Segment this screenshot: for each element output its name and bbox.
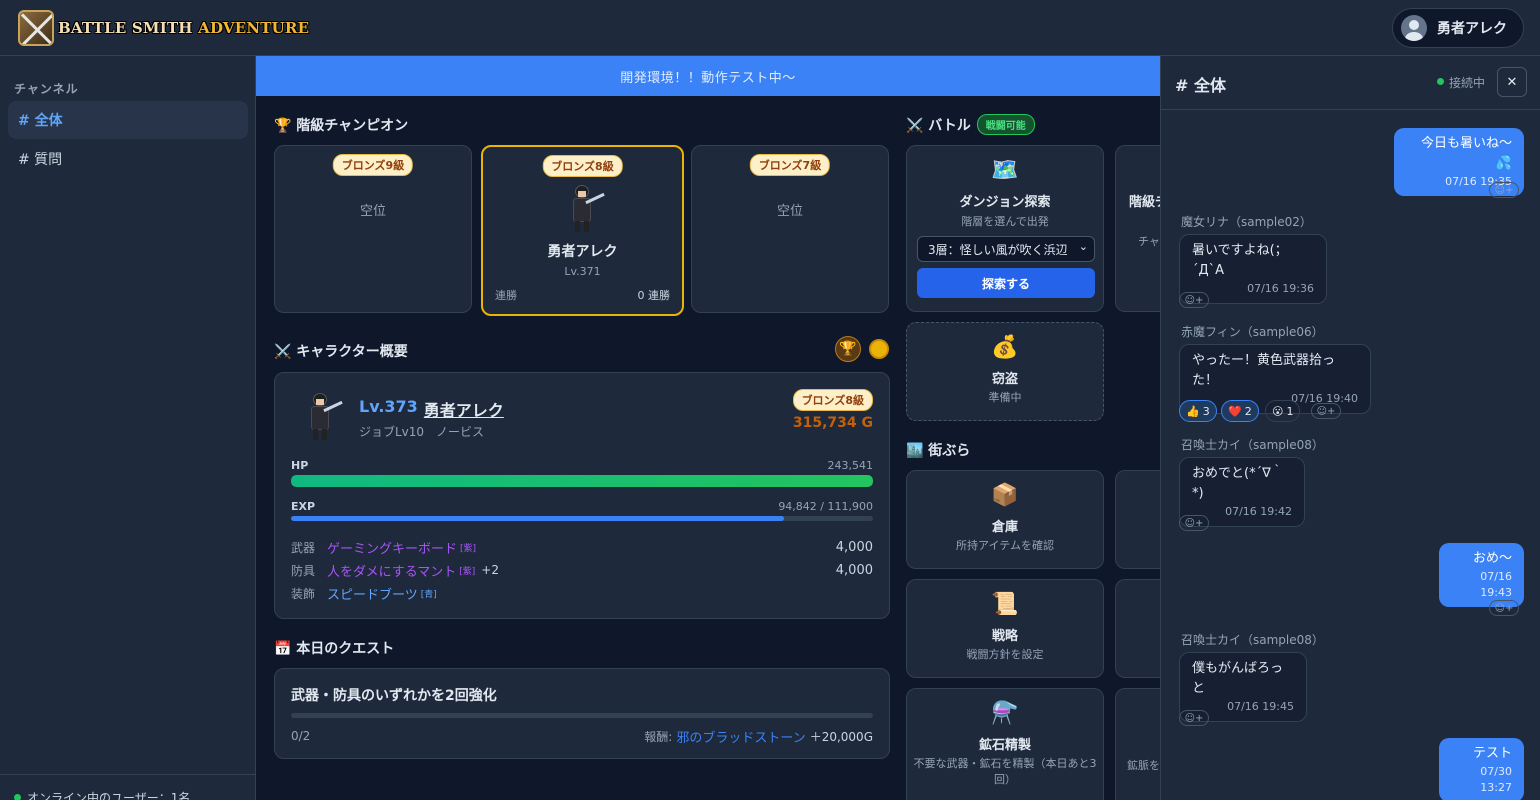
champion-avatar-sprite [563,183,605,233]
character-job: ジョブLv10 ノービス [359,425,485,439]
accessory-name-link[interactable]: スピードブーツ [327,584,418,603]
champion-slot-bronze9[interactable]: ブロンズ9級 空位 [274,145,472,313]
champions-section-title: 🏆 階級チャンピオン [274,118,409,134]
quest-progress-bar [291,713,873,718]
connected-dot-icon [1437,78,1444,85]
dungeon-desc: 階層を選んで出発 [961,215,1049,228]
dungeon-tile: 🗺️ ダンジョン探索 階層を選んで出発 3層：怪しい風が吹く浜辺 ⌄ 探索する [906,145,1104,312]
app-logo[interactable]: BATTLE SMITH ADVENTURE [18,9,310,46]
user-name: 勇者アレク [1437,20,1507,37]
champion-slot-bronze8[interactable]: ブロンズ8級 勇者アレク Lv.371 連勝 0 連勝 [481,145,684,316]
user-menu-button[interactable]: 勇者アレク [1392,7,1524,48]
vacant-label: 空位 [359,204,386,219]
equipment-armor-row: 防具 人をダメにするマント [紫] +2 4,000 [291,561,873,580]
quest-section-title: 📅 本日のクエスト [274,641,395,657]
add-reaction-button[interactable]: ☺+ [1489,182,1519,198]
dungeon-floor-select[interactable]: 3層：怪しい風が吹く浜辺 ⌄ [917,236,1095,262]
quest-progress-text: 0/2 [291,729,311,743]
chat-header: # 全体 接続中 ✕ [1161,56,1540,110]
equipment-accessory-row: 装飾 スピードブーツ [青] [291,583,873,603]
daily-quest-card: 武器・防具のいずれかを2回強化 0/2 報酬: 邪のブラッドストーン ＋20,0… [274,668,890,759]
rank-badge: ブロンズ8級 [542,155,623,177]
chat-message-mine: テスト 07/30 13:27 [1439,738,1524,800]
vacant-label: 空位 [776,204,803,219]
channels-heading: チャンネル [14,82,79,96]
quest-name: 武器・防具のいずれかを2回強化 [291,688,497,704]
chat-channel-title: # 全体 [1175,76,1226,95]
character-gold: 315,734 G [792,415,873,431]
logo-text: BATTLE SMITH ADVENTURE [58,18,310,37]
crossed-swords-emblem-icon [18,9,54,46]
close-chat-button[interactable]: ✕ [1497,67,1527,97]
weapon-name-link[interactable]: ゲーミングキーボード [327,538,457,557]
explore-button[interactable]: 探索する [917,268,1095,298]
channel-sidebar: チャンネル # 全体 # 質問 オンライン中のユーザー：1名 [0,56,256,800]
connection-status: 接続中 [1437,74,1485,91]
add-reaction-button[interactable]: ☺+ [1489,600,1519,616]
message-author: 召喚士カイ（sample08） [1181,633,1324,647]
trophy-icon[interactable]: 🏆 [835,336,861,362]
coin-icon[interactable] [869,339,889,359]
town-section-title: 🏙️ 街ぶら [906,443,971,459]
steal-desc: 準備中 [988,391,1022,404]
message-author: 魔女リナ（sample02） [1181,215,1312,229]
storage-tile[interactable]: 📦 倉庫 所持アイテムを確認 [906,470,1104,569]
champion-slot-bronze7[interactable]: ブロンズ7級 空位 [691,145,889,313]
message-author: 赤魔フィン（sample06） [1181,325,1324,339]
armor-name-link[interactable]: 人をダメにするマント [327,561,456,580]
battle-section-title: ⚔️ バトル 戦闘可能 [906,114,1035,135]
chevron-down-icon: ⌄ [1078,240,1088,253]
chat-panel: # 全体 接続中 ✕ 今日も暑いね〜💦 07/16 19:35 ☺+ 魔女リナ（… [1160,56,1540,800]
add-reaction-button[interactable]: ☺+ [1179,292,1209,308]
exp-value: 94,842 / 111,900 [778,500,873,513]
champion-name: 勇者アレク [547,244,618,260]
rank-badge: ブロンズ7級 [749,154,831,176]
add-reaction-button[interactable]: ☺+ [1179,515,1209,531]
chat-message-mine: おめ〜 07/16 19:43 [1439,543,1524,607]
scroll-icon: 📜 [991,592,1019,617]
online-users-status: オンライン中のユーザー：1名 [0,774,256,800]
character-rank-badge: ブロンズ8級 [792,389,873,411]
channel-item-general[interactable]: # 全体 [8,101,248,139]
reaction-surprised[interactable]: 😮 1 [1265,400,1301,422]
hp-label: HP [291,459,309,472]
champion-level: Lv.371 [564,265,601,278]
character-name-link[interactable]: 勇者アレク [424,397,504,421]
battle-status-badge: 戦闘可能 [976,114,1035,135]
money-bag-icon: 💰 [991,335,1019,360]
dungeon-title: ダンジョン探索 [959,195,1051,210]
flask-icon: ⚗️ [991,701,1019,726]
add-reaction-button[interactable]: ☺+ [1311,403,1341,419]
rank-badge: ブロンズ9級 [332,154,414,176]
character-level: Lv.373 [359,397,418,416]
add-reaction-button[interactable]: ☺+ [1179,710,1209,726]
equipment-weapon-row: 武器 ゲーミングキーボード [紫] 4,000 [291,538,873,557]
quest-reward: 報酬: 邪のブラッドストーン ＋20,000G [644,727,873,746]
reward-item-link[interactable]: 邪のブラッドストーン [676,727,805,746]
reaction-thumbs-up[interactable]: 👍 3 [1179,400,1217,422]
exp-label: EXP [291,500,316,513]
channel-item-questions[interactable]: # 質問 [8,140,248,178]
steal-tile[interactable]: 💰 窃盗 準備中 [906,322,1104,421]
user-avatar-icon [1401,14,1427,41]
exp-bar [291,516,873,521]
character-card: Lv.373 勇者アレク ジョブLv10 ノービス ブロンズ8級 315,734… [274,372,890,619]
message-author: 召喚士カイ（sample08） [1181,438,1324,452]
reaction-heart[interactable]: ❤️ 2 [1221,400,1259,422]
strategy-tile[interactable]: 📜 戦略 戦闘方針を設定 [906,579,1104,678]
dev-environment-banner: 開発環境！！動作テスト中〜 [256,56,1160,96]
package-icon: 📦 [991,483,1019,508]
character-section-title: ⚔️ キャラクター概要 [274,344,408,360]
hp-bar [291,475,873,487]
top-bar: BATTLE SMITH ADVENTURE 勇者アレク [0,0,1540,56]
refine-tile[interactable]: ⚗️ 鉱石精製 不要な武器・鉱石を精製（本日あと3回） [906,688,1104,800]
champion-streak: 連勝 0 連勝 [495,289,670,302]
hp-value: 243,541 [827,459,874,472]
online-dot-icon [14,794,21,800]
character-avatar-sprite [301,391,343,441]
steal-title: 窃盗 [991,372,1018,387]
character-heading: Lv.373 勇者アレク [359,397,504,421]
map-icon: 🗺️ [991,158,1019,183]
